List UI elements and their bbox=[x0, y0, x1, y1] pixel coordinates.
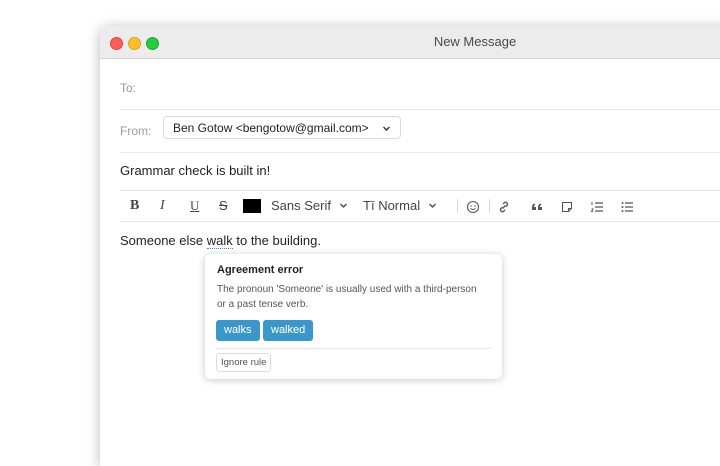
grammar-suggestion-popup: Agreement error The pronoun 'Someone' is… bbox=[205, 254, 502, 379]
chevron-down-icon bbox=[428, 198, 437, 213]
subject-input[interactable]: Grammar check is built in! bbox=[120, 163, 270, 178]
unordered-list-icon[interactable] bbox=[620, 197, 634, 215]
bold-icon[interactable]: B bbox=[130, 197, 139, 215]
subject-field-row[interactable]: Grammar check is built in! bbox=[120, 153, 720, 191]
font-size-icon: Tī bbox=[363, 198, 375, 213]
grammar-error-word[interactable]: walk bbox=[206, 233, 233, 249]
popup-description: The pronoun 'Someone' is usually used wi… bbox=[217, 284, 477, 310]
text-color-icon[interactable] bbox=[243, 199, 261, 213]
formatting-toolbar: B I U S Sans Serif Tī Normal bbox=[120, 191, 720, 222]
body-text-prefix: Someone else bbox=[120, 233, 207, 248]
strikethrough-icon[interactable]: S bbox=[219, 197, 228, 215]
from-account-select[interactable]: Ben Gotow <bengotow@gmail.com> bbox=[163, 116, 401, 139]
suggestion-button[interactable]: walked bbox=[263, 320, 314, 341]
quote-icon[interactable] bbox=[530, 197, 544, 215]
font-family-select[interactable]: Sans Serif bbox=[271, 197, 348, 215]
message-body[interactable]: Someone else walk to the building. bbox=[120, 233, 321, 249]
title-bar: New Message bbox=[100, 26, 720, 59]
italic-icon[interactable]: I bbox=[160, 197, 165, 215]
toolbar-divider bbox=[489, 199, 490, 213]
to-field-row[interactable]: To: bbox=[120, 58, 720, 110]
note-icon[interactable] bbox=[560, 197, 574, 215]
emoji-icon[interactable] bbox=[466, 197, 480, 215]
window-title: New Message bbox=[433, 34, 517, 49]
ordered-list-icon[interactable] bbox=[590, 197, 604, 215]
popup-divider bbox=[216, 348, 491, 349]
ignore-rule-button[interactable]: Ignore rule bbox=[216, 353, 272, 372]
to-label: To: bbox=[120, 81, 137, 95]
font-family-value: Sans Serif bbox=[271, 198, 331, 213]
compose-window: New Message To: From: Ben Gotow <bengoto… bbox=[100, 26, 720, 466]
popup-title: Agreement error bbox=[217, 264, 304, 276]
suggestion-button[interactable]: walks bbox=[216, 320, 260, 341]
chevron-down-icon bbox=[339, 198, 348, 213]
from-field-row: From: Ben Gotow <bengotow@gmail.com> bbox=[120, 110, 720, 153]
link-icon[interactable] bbox=[497, 197, 511, 215]
from-account-value: Ben Gotow <bengotow@gmail.com> bbox=[173, 121, 369, 135]
font-size-value: Normal bbox=[378, 198, 421, 213]
toolbar-divider bbox=[457, 199, 458, 213]
from-label: From: bbox=[120, 124, 152, 138]
font-size-select[interactable]: Tī Normal bbox=[363, 197, 437, 215]
underline-icon[interactable]: U bbox=[190, 197, 199, 215]
body-text-suffix: to the building. bbox=[232, 233, 321, 248]
chevron-down-icon bbox=[382, 122, 391, 136]
